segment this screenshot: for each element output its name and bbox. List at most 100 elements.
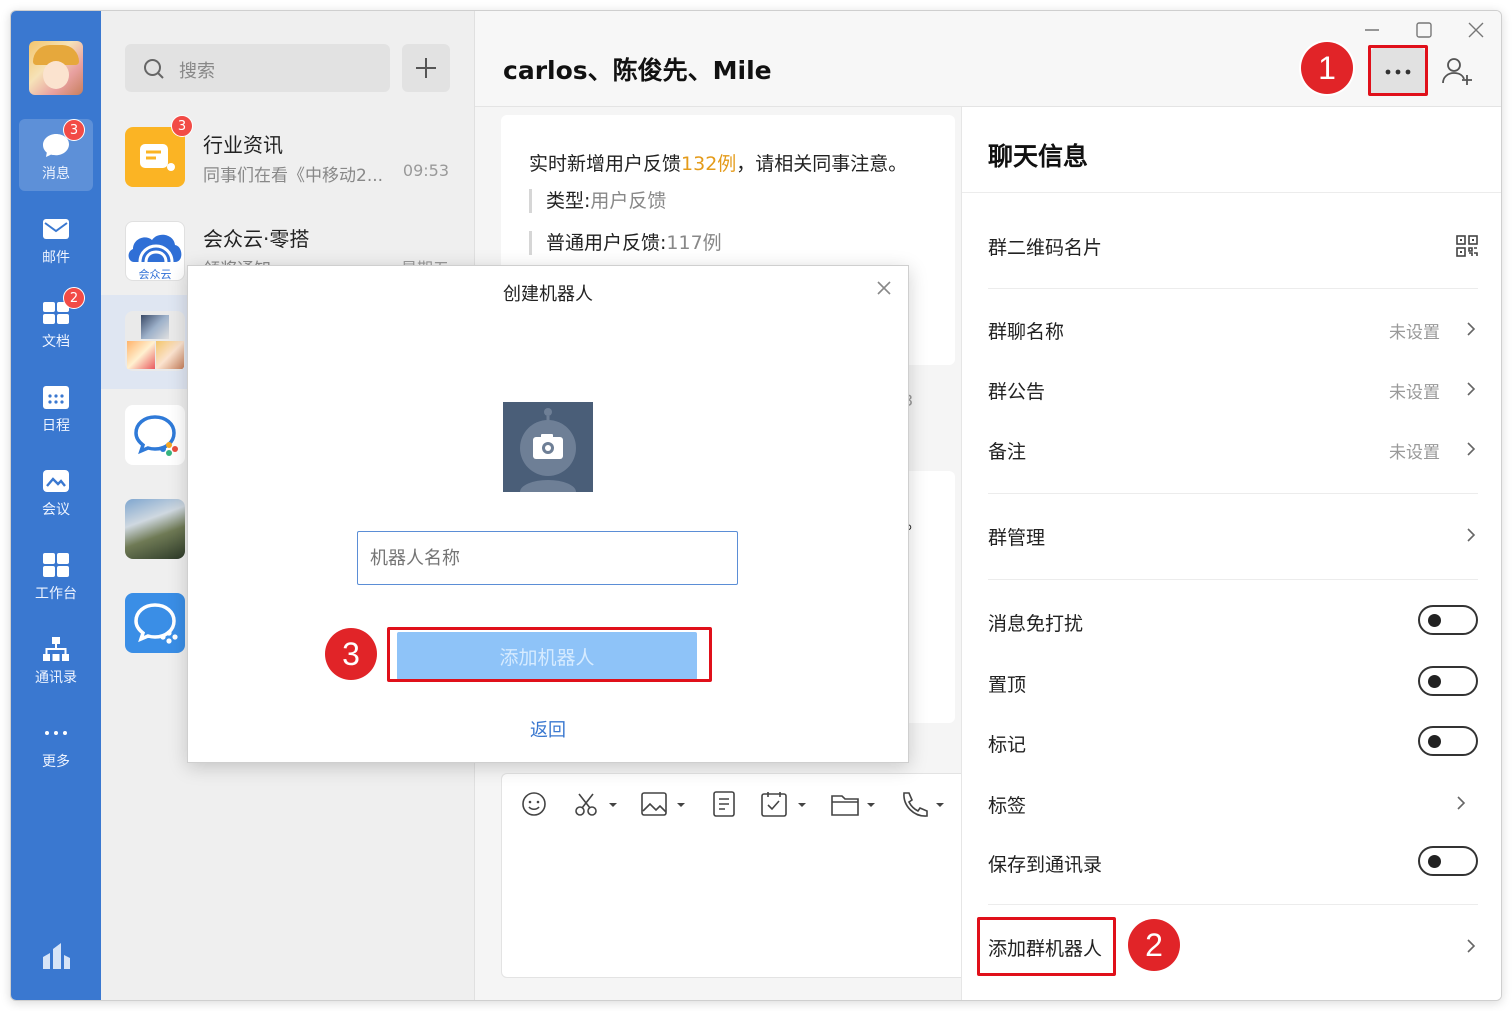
group-member-thumb	[127, 341, 155, 369]
meeting-icon	[43, 470, 69, 492]
group-notice-row[interactable]: 群公告 未设置	[988, 369, 1478, 409]
robot-avatar-icon	[520, 408, 576, 492]
nav-label: 日程	[42, 418, 70, 434]
nav-item-meeting[interactable]: 会议	[19, 455, 93, 527]
divider	[962, 192, 1501, 193]
close-icon[interactable]	[1467, 21, 1485, 39]
nav-item-messages[interactable]: 3 消息	[19, 119, 93, 191]
news-icon	[140, 144, 175, 171]
save-contacts-toggle[interactable]	[1418, 846, 1478, 876]
chevron-right-icon	[1467, 528, 1476, 542]
step-marker-3: 3	[325, 628, 377, 680]
nav-label: 文档	[42, 334, 70, 350]
docs-badge: 2	[63, 287, 85, 309]
nav-item-mail[interactable]: 邮件	[19, 203, 93, 275]
nav-label: 工作台	[35, 586, 77, 602]
nav-rail: 3 消息 邮件 2 文档 日程 会议 工作台 通讯录 更多	[11, 11, 101, 1000]
mail-icon	[43, 219, 69, 239]
wecom-white-logo-icon	[134, 603, 178, 644]
mute-label: 消息免打扰	[988, 613, 1084, 635]
compose-box[interactable]	[501, 773, 981, 978]
mute-toggle[interactable]	[1418, 605, 1478, 635]
step-marker-1: 1	[1301, 42, 1353, 94]
user-avatar[interactable]	[29, 41, 83, 95]
pin-toggle[interactable]	[1418, 666, 1478, 696]
nav-label: 会议	[42, 502, 70, 518]
highlight-box-add-robot	[977, 917, 1116, 976]
document-icon[interactable]	[710, 790, 738, 818]
search-placeholder: 搜索	[179, 61, 215, 82]
nav-item-docs[interactable]: 2 文档	[19, 287, 93, 359]
remark-row[interactable]: 备注 未设置	[988, 429, 1478, 469]
group-member-thumb	[141, 315, 169, 339]
group-member-thumb	[156, 341, 184, 369]
divider	[988, 493, 1478, 494]
highlight-box-more	[1368, 45, 1428, 96]
conversation-item-industry-news[interactable]: 3 行业资讯 同事们在看《中移动2... 09:53	[101, 111, 475, 205]
divider	[988, 904, 1478, 905]
dialog-title: 创建机器人	[503, 284, 593, 305]
wecom-blue-avatar	[125, 593, 185, 653]
group-qr-row[interactable]: 群二维码名片	[988, 225, 1478, 265]
phone-icon[interactable]	[898, 790, 950, 818]
tag-label: 标签	[988, 795, 1027, 817]
message-normal-row: 普通用户反馈:117例	[529, 231, 722, 255]
search-box[interactable]: 搜索	[125, 44, 390, 92]
screenshot-scissors-icon[interactable]	[572, 790, 620, 818]
save-contacts-row: 保存到通讯录	[988, 842, 1478, 882]
group-name-value: 未设置	[1389, 323, 1440, 343]
mark-toggle[interactable]	[1418, 726, 1478, 756]
normal-label: 普通用户反馈:	[546, 232, 667, 254]
add-member-icon[interactable]	[1441, 55, 1475, 87]
nav-item-calendar[interactable]: 日程	[19, 371, 93, 443]
image-icon[interactable]	[640, 790, 688, 818]
robot-avatar-upload[interactable]	[503, 402, 593, 492]
dialog-close-icon[interactable]	[874, 278, 894, 298]
app-window: 3 消息 邮件 2 文档 日程 会议 工作台 通讯录 更多 搜索 3 行业资讯 …	[10, 10, 1502, 1001]
conversation-name: 会众云·零搭	[203, 227, 310, 251]
group-manage-row[interactable]: 群管理	[988, 515, 1478, 555]
conversation-time: 09:53	[402, 161, 449, 180]
create-robot-dialog: 创建机器人 3 添加机器人 返回	[187, 265, 909, 763]
normal-value: 117例	[666, 232, 722, 254]
type-label: 类型:	[546, 190, 591, 212]
new-chat-button[interactable]	[402, 44, 450, 92]
settings-app-icon[interactable]	[41, 941, 71, 971]
cloud-logo-icon	[128, 234, 182, 263]
chevron-right-icon	[1467, 322, 1476, 336]
type-value: 用户反馈	[590, 190, 667, 212]
divider	[988, 579, 1478, 580]
chat-header: carlos、陈俊先、Mile 1	[475, 11, 1501, 107]
nav-item-workbench[interactable]: 工作台	[19, 539, 93, 611]
message-type-row: 类型:用户反馈	[529, 189, 666, 213]
pin-row: 置顶	[988, 662, 1478, 702]
divider	[988, 288, 1478, 289]
conversation-preview: 同事们在看《中移动2...	[203, 166, 384, 186]
nav-label: 通讯录	[35, 670, 77, 686]
folder-icon[interactable]	[830, 790, 880, 818]
more-dots-icon	[45, 731, 67, 735]
nav-item-contacts[interactable]: 通讯录	[19, 623, 93, 695]
remark-value: 未设置	[1389, 443, 1440, 463]
step-marker-2: 2	[1128, 919, 1180, 971]
group-manage-label: 群管理	[988, 527, 1046, 549]
nav-label: 邮件	[42, 250, 70, 266]
robot-name-input[interactable]	[357, 531, 738, 585]
chevron-right-icon	[1467, 939, 1476, 953]
nav-label: 消息	[42, 166, 70, 182]
chevron-right-icon	[1467, 442, 1476, 456]
nav-item-more[interactable]: 更多	[19, 707, 93, 779]
tag-row[interactable]: 标签	[988, 783, 1478, 823]
calendar-icon	[43, 386, 69, 409]
messages-badge: 3	[63, 119, 85, 141]
back-link[interactable]: 返回	[188, 716, 908, 742]
group-name-row[interactable]: 群聊名称 未设置	[988, 309, 1478, 349]
maximize-icon[interactable]	[1415, 21, 1433, 39]
mark-row: 标记	[988, 722, 1478, 762]
schedule-icon[interactable]	[760, 790, 812, 818]
emoji-icon[interactable]	[520, 790, 548, 818]
minimize-icon[interactable]	[1363, 21, 1381, 39]
group-notice-label: 群公告	[988, 381, 1046, 403]
conversation-name: 行业资讯	[203, 133, 283, 157]
mark-label: 标记	[988, 734, 1027, 756]
